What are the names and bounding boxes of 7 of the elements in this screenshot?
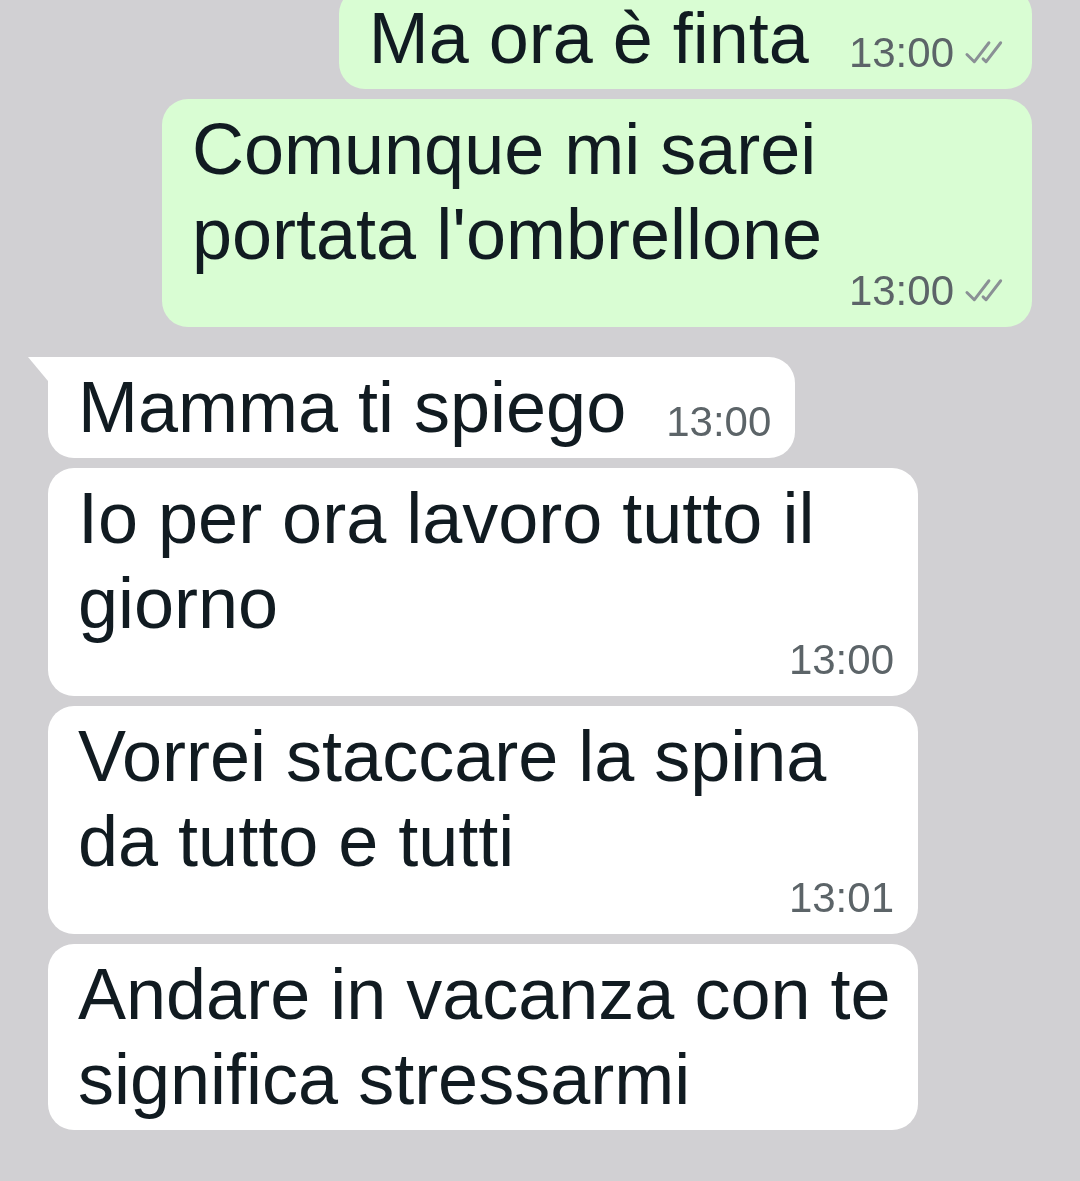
message-time: 13:00 (848, 33, 954, 73)
message-text: Andare in vacanza con te significa stressarmi (78, 953, 892, 1121)
message-time: 13:00 (666, 402, 772, 442)
message-text: Comunque mi sarei portata l'ombrellone (192, 108, 824, 276)
message-time: 13:00 (848, 271, 954, 311)
message-text: Ma ora è finta (368, 0, 809, 80)
message-text: Mamma ti spiego (78, 366, 627, 449)
